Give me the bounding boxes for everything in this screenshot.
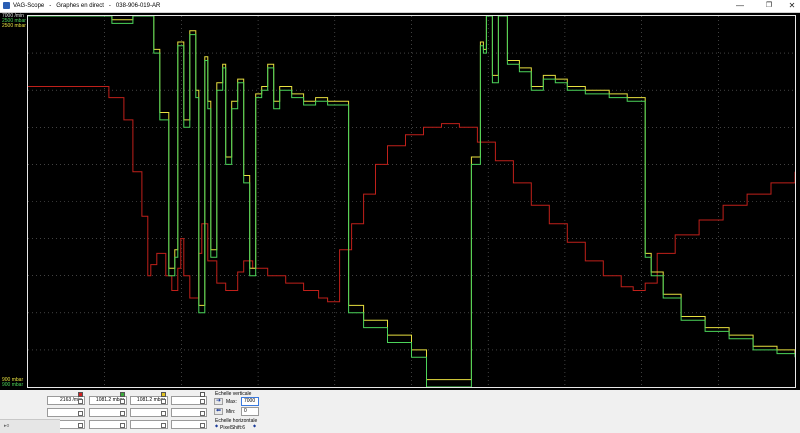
scale-max-label: Max: bbox=[226, 399, 237, 405]
channel-3-color-swatch[interactable] bbox=[161, 392, 166, 397]
boost-trace-yellow bbox=[28, 15, 796, 381]
maximize-button[interactable]: ❐ bbox=[757, 0, 781, 11]
channel-11-checkbox[interactable] bbox=[161, 423, 166, 428]
channel-1-checkbox[interactable] bbox=[78, 399, 83, 404]
channel-9-checkbox[interactable] bbox=[78, 423, 83, 428]
boost-trace-green bbox=[28, 15, 796, 388]
channel-10-checkbox[interactable] bbox=[120, 423, 125, 428]
status-area: ▸o bbox=[0, 419, 60, 433]
scope-canvas bbox=[28, 15, 796, 388]
channel-1-color-swatch[interactable] bbox=[78, 392, 83, 397]
scale-max-input[interactable]: 7000 bbox=[241, 397, 259, 406]
status-text: ▸o bbox=[4, 423, 10, 429]
y-bottom-label-green: 900 mbar bbox=[2, 382, 24, 388]
scale-min-arrow-button[interactable]: ⬅ bbox=[214, 408, 223, 415]
channel-7-checkbox[interactable] bbox=[161, 411, 166, 416]
channel-2-color-swatch[interactable] bbox=[120, 392, 125, 397]
control-panel: 2163 /min 1081.2 mbar 1081.2 mbar Echell… bbox=[0, 390, 800, 433]
channel-4-checkbox[interactable] bbox=[200, 399, 205, 404]
app-icon bbox=[3, 2, 10, 9]
horizontal-scale-label: Echelle horizontale bbox=[215, 418, 258, 424]
scale-max-arrow-button[interactable]: ➜ bbox=[214, 398, 223, 405]
channel-6-checkbox[interactable] bbox=[120, 411, 125, 416]
minimize-button[interactable]: — bbox=[728, 0, 752, 11]
channel-4-color-swatch[interactable] bbox=[200, 392, 205, 397]
window-title: VAG-Scope - Graphes en direct - 038-906-… bbox=[13, 3, 161, 9]
rpm-trace bbox=[28, 86, 796, 303]
close-button[interactable]: ✕ bbox=[780, 0, 800, 11]
window-titlebar: VAG-Scope - Graphes en direct - 038-906-… bbox=[0, 0, 800, 13]
pixelshift-spin-left[interactable]: ◆ bbox=[214, 424, 219, 433]
y-top-label-yellow: 2500 mbar bbox=[2, 23, 26, 29]
scale-min-label: Min: bbox=[226, 409, 236, 415]
channel-2-checkbox[interactable] bbox=[120, 399, 125, 404]
scale-min-input[interactable]: 0 bbox=[241, 407, 259, 416]
channel-12-checkbox[interactable] bbox=[200, 423, 205, 428]
channel-5-checkbox[interactable] bbox=[78, 411, 83, 416]
channel-8-checkbox[interactable] bbox=[200, 411, 205, 416]
channel-3-checkbox[interactable] bbox=[161, 399, 166, 404]
scope-graph: 7000 /min 2500 mbar 2500 mbar 900 mbar 9… bbox=[0, 13, 800, 390]
pixelshift-value: PixelShift:6 bbox=[220, 425, 246, 431]
pixelshift-spin-right[interactable]: ◆ bbox=[252, 424, 257, 433]
